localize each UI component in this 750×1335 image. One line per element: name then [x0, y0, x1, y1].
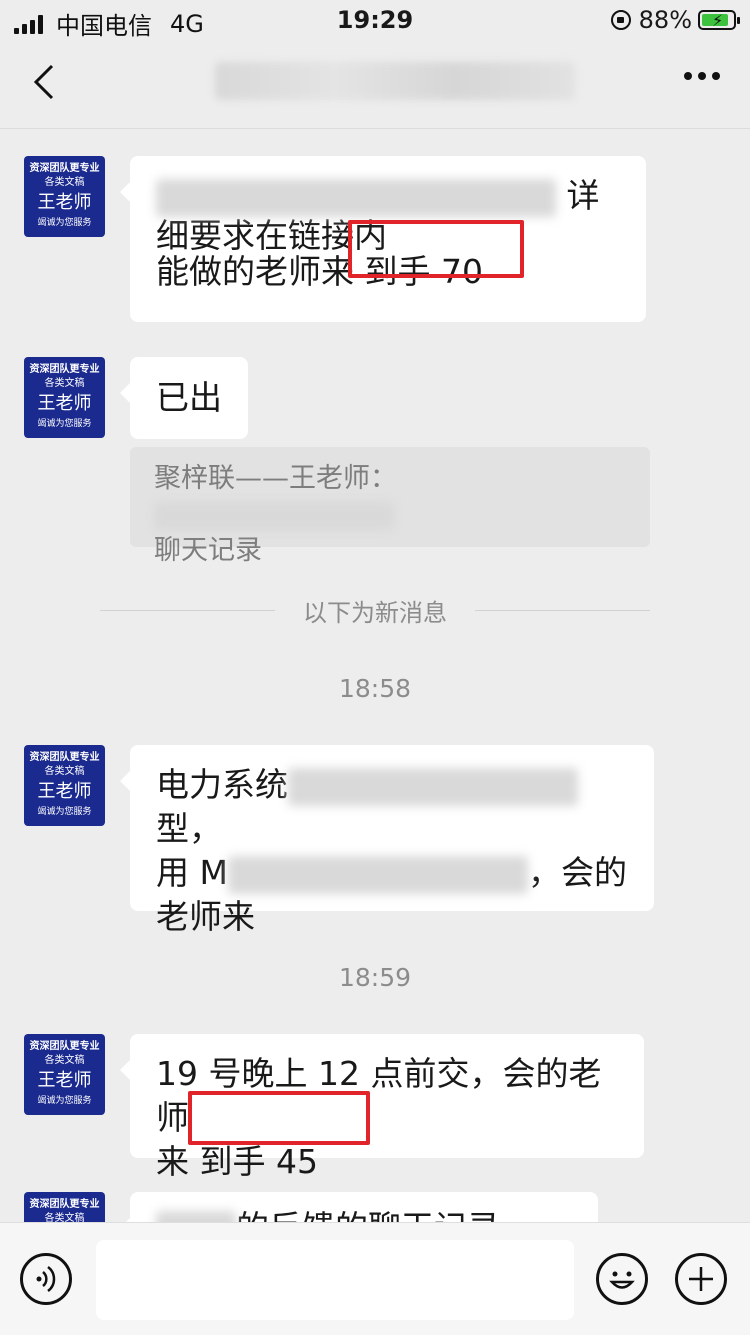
blurred-text: [227, 855, 528, 894]
new-messages-divider: 以下为新消息: [100, 590, 650, 630]
avatar-text: 各类文稿: [44, 1055, 85, 1066]
input-bar: [0, 1222, 750, 1335]
more-icon-dot: [698, 72, 706, 80]
message-list[interactable]: 资深团队更专业 各类文稿 王老师 竭诚为您服务 详 细要求在链接内 能做的老师来…: [0, 129, 750, 1222]
more-functions-button[interactable]: [675, 1253, 727, 1305]
message-text: 详: [566, 176, 600, 215]
avatar[interactable]: 资深团队更专业 各类文稿 王老师 竭诚为您服务: [24, 1034, 105, 1115]
battery-icon: ⚡: [698, 10, 740, 30]
message-bubble[interactable]: 的反馈的聊天记录: [120, 1192, 598, 1222]
status-bar: 中国电信 4G 19:29 88% ⚡: [0, 0, 750, 40]
avatar[interactable]: 资深团队更专业 各类文稿 王老师 竭诚为您服务: [24, 1192, 105, 1222]
quoted-message[interactable]: 聚梓联——王老师： 聊天记录: [130, 447, 650, 566]
plus-icon: [689, 1267, 713, 1291]
emoji-button[interactable]: [596, 1253, 648, 1305]
message-text: 型，: [156, 809, 222, 848]
timestamp: 18:59: [338, 963, 412, 992]
more-icon: [684, 72, 692, 80]
avatar-name: 王老师: [37, 192, 92, 213]
divider-label: 以下为新消息: [303, 598, 447, 627]
message-text: 能做的老师来: [156, 252, 354, 291]
chevron-left-icon: [33, 64, 54, 100]
message-text: 来: [156, 1142, 189, 1181]
avatar[interactable]: 资深团队更专业 各类文稿 王老师 竭诚为您服务: [24, 357, 105, 438]
message-text: 用 M: [156, 853, 228, 892]
emoji-icon: [609, 1271, 635, 1289]
message-bubble[interactable]: 电力系统型， 用 M ，会的 老师来: [120, 745, 654, 936]
avatar-text: 资深团队更专业: [29, 1041, 100, 1052]
avatar-text: 竭诚为您服务: [37, 419, 92, 429]
blurred-text: [156, 178, 556, 217]
avatar-text: 竭诚为您服务: [37, 218, 92, 228]
more-button[interactable]: [678, 72, 720, 80]
avatar-name: 王老师: [37, 1070, 92, 1091]
highlight-box: [348, 220, 524, 278]
avatar-text: 资深团队更专业: [29, 364, 100, 375]
divider-line: [100, 609, 275, 611]
avatar-text: 资深团队更专业: [29, 163, 100, 174]
back-button[interactable]: [26, 62, 66, 102]
divider-line: [475, 609, 650, 611]
quote-text: 聊天记录: [154, 535, 262, 566]
highlight-box: [188, 1091, 370, 1145]
message-line: 来 到手 45: [156, 1140, 618, 1184]
quote-text: 聚梓联——王老师：: [154, 463, 397, 494]
voice-icon: [36, 1266, 56, 1292]
status-right: 88% ⚡: [610, 6, 740, 34]
message-text: 电力系统: [156, 765, 288, 804]
avatar[interactable]: 资深团队更专业 各类文稿 王老师 竭诚为您服务: [24, 745, 105, 826]
message-line: 用 M ，会的: [156, 851, 628, 895]
battery-percent: 88%: [638, 6, 692, 34]
chat-header: [0, 40, 750, 129]
charging-icon: ⚡: [712, 11, 724, 30]
message-input[interactable]: [96, 1240, 574, 1320]
chat-title-blurred: [215, 62, 575, 100]
blurred-text: [288, 767, 578, 806]
message-text: 的反馈的聊天记录: [236, 1208, 500, 1222]
message-line: 老师来: [156, 897, 255, 936]
avatar-text: 各类文稿: [44, 378, 85, 389]
orientation-lock-icon: [610, 10, 631, 30]
timestamp: 18:58: [338, 674, 412, 703]
message-line: 电力系统型，: [156, 763, 628, 851]
avatar-text: 各类文稿: [44, 1213, 85, 1222]
avatar[interactable]: 资深团队更专业 各类文稿 王老师 竭诚为您服务: [24, 156, 105, 237]
message-text: 已出: [156, 378, 222, 417]
voice-button[interactable]: [20, 1253, 72, 1305]
avatar-text: 资深团队更专业: [29, 1199, 100, 1210]
avatar-text: 各类文稿: [44, 177, 85, 188]
avatar-name: 王老师: [37, 781, 92, 802]
avatar-text: 资深团队更专业: [29, 752, 100, 763]
message-text: ，会的: [527, 853, 627, 892]
avatar-text: 竭诚为您服务: [37, 1096, 92, 1106]
message-line: 详: [156, 174, 620, 218]
avatar-text: 竭诚为您服务: [37, 807, 92, 817]
message-bubble[interactable]: 已出: [120, 357, 248, 439]
avatar-name: 王老师: [37, 393, 92, 414]
blurred-text: [156, 1210, 236, 1222]
quote-line: 聚梓联——王老师：: [154, 461, 626, 533]
message-text: 到手 45: [199, 1142, 318, 1181]
more-icon-dot: [712, 72, 720, 80]
avatar-text: 各类文稿: [44, 766, 85, 777]
blurred-text: [154, 501, 394, 530]
